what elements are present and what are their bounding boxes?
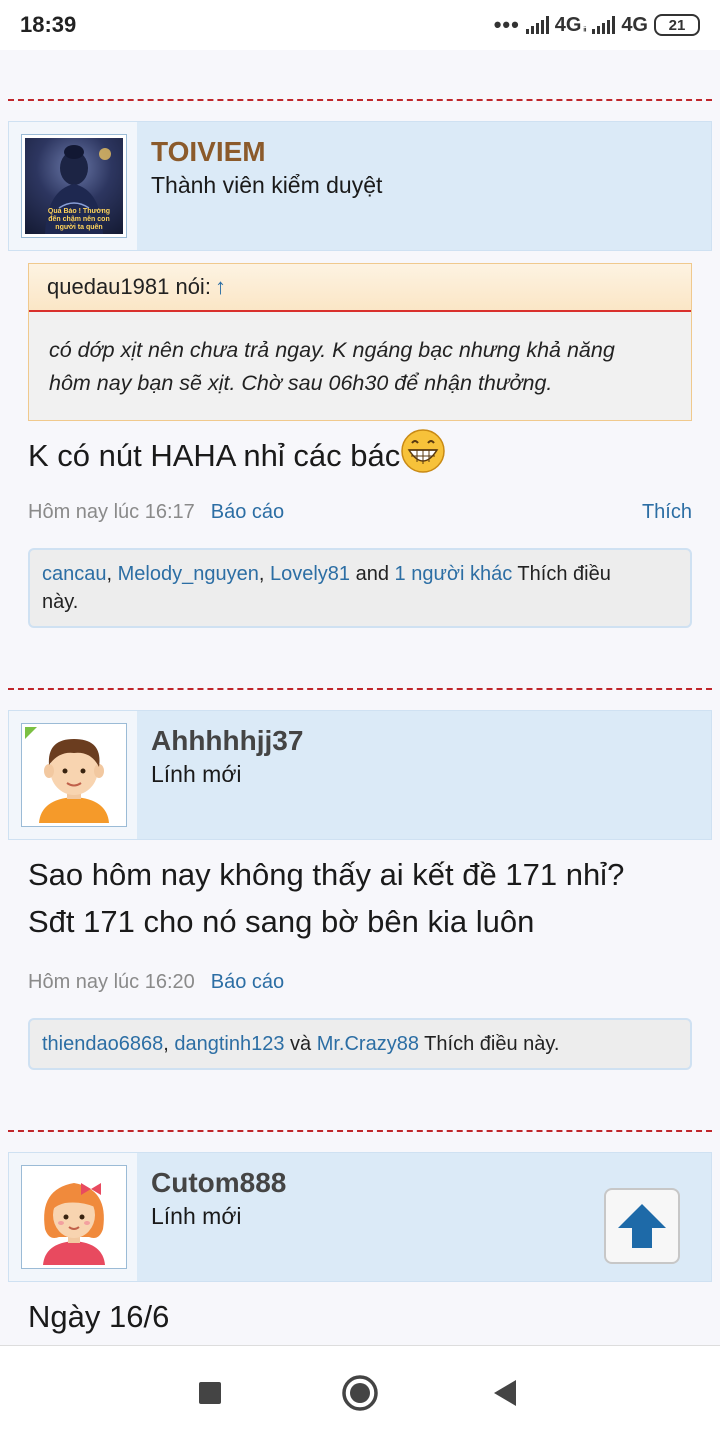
liker-link[interactable]: Melody_nguyen xyxy=(118,563,259,585)
liker-link[interactable]: thiendao6868 xyxy=(42,1033,163,1055)
post-meta: Hôm nay lúc 16:20 Báo cáo xyxy=(28,971,692,994)
likes-suffix: Thích điều này. xyxy=(424,1033,560,1055)
back-icon xyxy=(494,1380,516,1406)
post-divider xyxy=(8,99,712,101)
online-indicator-icon xyxy=(25,727,37,739)
report-link[interactable]: Báo cáo xyxy=(211,501,284,523)
battery-icon: 21 xyxy=(654,14,700,36)
home-button[interactable] xyxy=(315,1346,405,1440)
avatar-caption: Quả Báo ! Thường đến chậm nên con người … xyxy=(47,208,111,231)
recent-apps-icon xyxy=(199,1382,221,1404)
signal-icon xyxy=(525,16,549,34)
post-line: Ngày 16/6 xyxy=(28,1299,170,1334)
post-meta: Hôm nay lúc 16:17 Báo cáo Thích xyxy=(28,501,692,524)
quote-body: có dớp xịt nên chưa trả ngay. K ngáng bạ… xyxy=(29,312,691,420)
likes-others-link[interactable]: 1 người khác xyxy=(395,563,513,585)
arrow-up-icon xyxy=(618,1204,666,1248)
post-timestamp[interactable]: Hôm nay lúc 16:20 xyxy=(28,971,195,993)
back-button[interactable] xyxy=(462,1346,552,1440)
avatar[interactable] xyxy=(21,723,127,827)
avatar-column xyxy=(9,1153,137,1281)
quote-author[interactable]: quedau1981 nói: xyxy=(47,274,211,299)
home-icon xyxy=(342,1375,378,1411)
grinning-face-icon xyxy=(401,429,445,473)
more-dots-icon: ••• xyxy=(493,12,520,37)
post-divider xyxy=(8,688,712,690)
username[interactable]: Ahhhhhjj37 xyxy=(151,725,303,757)
post-message: K có nút HAHA nhỉ các bác xyxy=(28,428,446,479)
network-activity-icon: ᵢᵢ xyxy=(583,22,587,34)
liker-link[interactable]: Lovely81 xyxy=(270,563,350,585)
status-time: 18:39 xyxy=(20,12,77,37)
user-title: Lính mới xyxy=(151,761,242,787)
network-type-2: 4G xyxy=(621,13,648,36)
likes-summary: cancau, Melody_nguyen, Lovely81 and 1 ng… xyxy=(28,548,692,628)
likes-and: and xyxy=(355,563,389,585)
status-bar: 18:39 ••• 4G ᵢᵢ 4G 21 xyxy=(0,0,720,50)
quote-line: có dớp xịt nên chưa trả ngay. K ngáng bạ… xyxy=(49,338,615,362)
thread-content[interactable]: Quả Báo ! Thường đến chậm nên con người … xyxy=(0,50,720,1345)
liker-link[interactable]: dangtinh123 xyxy=(174,1033,284,1055)
like-link[interactable]: Thích xyxy=(642,501,692,524)
report-link[interactable]: Báo cáo xyxy=(211,971,284,993)
network-type-1: 4G xyxy=(554,13,582,36)
liker-link[interactable]: Mr.Crazy88 xyxy=(317,1033,419,1055)
avatar[interactable]: Quả Báo ! Thường đến chậm nên con người … xyxy=(21,134,127,238)
post-header: Quả Báo ! Thường đến chậm nên con người … xyxy=(8,121,712,251)
post-divider xyxy=(8,1130,712,1132)
quote-header: quedau1981 nói: ↑ xyxy=(29,264,691,312)
girl-avatar-image xyxy=(43,1183,105,1265)
post-header: Ahhhhhjj37 Lính mới xyxy=(8,710,712,840)
post-timestamp[interactable]: Hôm nay lúc 16:17 xyxy=(28,501,195,523)
avatar-column: Quả Báo ! Thường đến chậm nên con người … xyxy=(9,122,137,250)
navigation-bar xyxy=(0,1345,720,1440)
username[interactable]: Cutom888 xyxy=(151,1167,286,1199)
recent-apps-button[interactable] xyxy=(165,1346,255,1440)
post-line: K có nút HAHA nhỉ các bác xyxy=(28,438,401,473)
post-line: Sđt 171 cho nó sang bờ bên kia luôn xyxy=(28,904,535,939)
post-message: Ngày 16/6 xyxy=(28,1293,169,1340)
likes-suffix-2: này. xyxy=(42,591,79,613)
user-title: Thành viên kiểm duyệt xyxy=(151,172,383,198)
liker-link[interactable]: cancau xyxy=(42,563,107,585)
quote-block: quedau1981 nói: ↑ có dớp xịt nên chưa trả… xyxy=(28,263,692,421)
avatar[interactable] xyxy=(21,1165,127,1269)
scroll-to-top-button[interactable] xyxy=(604,1188,680,1264)
user-title: Lính mới xyxy=(151,1203,242,1229)
status-icons: ••• 4G ᵢᵢ 4G 21 xyxy=(494,12,700,38)
avatar-column xyxy=(9,711,137,839)
quote-line: hôm nay bạn sẽ xịt. Chờ sau 06h30 để nhậ… xyxy=(49,371,553,395)
battery-level: 21 xyxy=(668,16,686,34)
likes-suffix: Thích điều xyxy=(517,563,611,585)
post-line: Sao hôm nay không thấy ai kết đề 171 nhỉ… xyxy=(28,857,625,892)
likes-summary: thiendao6868, dangtinh123 và Mr.Crazy88 … xyxy=(28,1018,692,1070)
post-message: Sao hôm nay không thấy ai kết đề 171 nhỉ… xyxy=(28,851,624,945)
signal-icon-2 xyxy=(592,16,616,34)
likes-and: và xyxy=(290,1033,312,1055)
username[interactable]: TOIVIEM xyxy=(151,136,266,168)
quote-jump-arrow-icon[interactable]: ↑ xyxy=(215,274,226,299)
